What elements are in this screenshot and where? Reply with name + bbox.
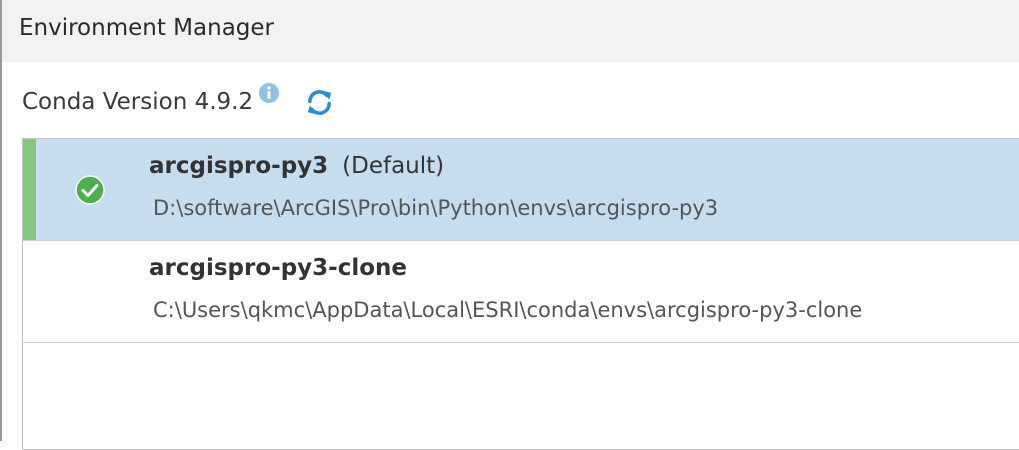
environment-name-line: arcgispro-py3-clone bbox=[149, 255, 407, 281]
environment-name-line: arcgispro-py3 (Default) bbox=[149, 153, 444, 179]
info-icon[interactable] bbox=[258, 82, 280, 104]
environment-name: arcgispro-py3-clone bbox=[149, 255, 407, 281]
conda-version-label: Conda Version 4.9.2 bbox=[22, 89, 254, 115]
environment-name: arcgispro-py3 bbox=[149, 153, 329, 179]
check-circle-icon bbox=[75, 175, 105, 205]
default-label: (Default) bbox=[342, 153, 445, 179]
window-title: Environment Manager bbox=[19, 15, 274, 41]
conda-version-row: Conda Version 4.9.2 bbox=[22, 82, 335, 120]
environment-path: D:\software\ArcGIS\Pro\bin\Python\envs\a… bbox=[153, 196, 719, 220]
environment-manager-window: Environment Manager Conda Version 4.9.2 … bbox=[0, 0, 1019, 450]
environment-item-arcgispro-py3-clone[interactable]: arcgispro-py3-clone C:\Users\qkmc\AppDat… bbox=[23, 241, 1019, 343]
title-bar: Environment Manager bbox=[2, 0, 1019, 62]
environment-list: arcgispro-py3 (Default) D:\software\ArcGI… bbox=[22, 138, 1019, 450]
environment-path: C:\Users\qkmc\AppData\Local\ESRI\conda\e… bbox=[153, 298, 863, 322]
environment-item-arcgispro-py3[interactable]: arcgispro-py3 (Default) D:\software\ArcGI… bbox=[23, 139, 1019, 241]
refresh-icon[interactable] bbox=[304, 87, 335, 118]
window-border bbox=[0, 0, 2, 441]
selection-indicator-bar bbox=[23, 139, 36, 240]
